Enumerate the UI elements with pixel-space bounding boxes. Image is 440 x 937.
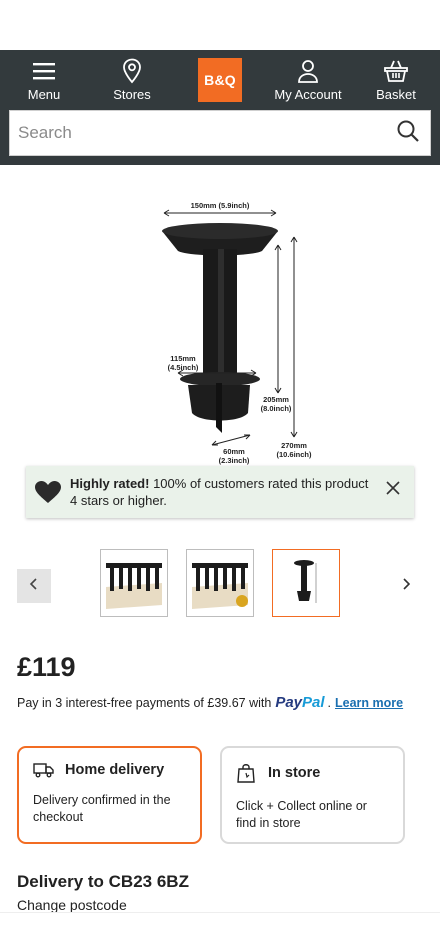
basket-button[interactable]: Basket [352,58,440,102]
logo-link[interactable]: B&Q [176,58,264,102]
heart-icon [34,480,64,509]
hamburger-icon [32,58,56,84]
stores-label: Stores [113,87,151,102]
delivery-postcode-heading: Delivery to CB23 6BZ [17,872,189,891]
home-delivery-desc: Delivery confirmed in the checkout [33,793,171,824]
location-pin-icon [122,58,142,84]
dim-total-height-2: (10.6inch) [276,450,312,459]
dim-total-height-1: 270mm [281,441,307,450]
user-icon [297,58,319,84]
basket-icon [383,58,409,84]
thumbnail-2[interactable] [186,549,254,617]
search-bar [9,110,431,156]
basket-label: Basket [376,87,416,102]
close-icon[interactable] [386,481,400,500]
dim-top-width: 150mm (5.9inch) [191,201,250,210]
shopping-bag-icon [236,762,258,784]
dim-mid-width-1: 115mm [170,354,196,363]
dim-base-width-1: 60mm [223,447,245,456]
product-main-image[interactable]: 150mm (5.9inch) 115mm (4.5inch) 205mm (8… [0,165,440,465]
chevron-left-icon [29,577,39,595]
thumbnail-3[interactable] [272,549,340,617]
rating-banner-text: Highly rated! 100% of customers rated th… [70,475,376,509]
paypal-text: Pay in 3 interest-free payments of £39.6… [17,695,272,710]
account-label: My Account [274,87,342,102]
menu-button[interactable]: Menu [0,58,88,102]
in-store-card[interactable]: In store Click + Collect online or find … [220,746,405,844]
dim-mid-width-2: (4.5inch) [168,363,199,372]
post-support-diagram: 150mm (5.9inch) 115mm (4.5inch) 205mm (8… [162,201,312,465]
stores-button[interactable]: Stores [88,58,176,102]
in-store-desc: Click + Collect online or find in store [236,799,367,830]
dim-base-width-2: (2.3inch) [219,456,250,465]
dim-blade-height-2: (8.0inch) [261,404,292,413]
search-icon[interactable] [396,119,420,148]
search-input[interactable] [18,123,338,143]
account-button[interactable]: My Account [264,58,352,102]
menu-label: Menu [27,87,61,102]
decking-supports-image [106,563,162,609]
home-delivery-title: Home delivery [65,762,165,778]
thumbnail-1[interactable] [100,549,168,617]
paypal-suffix: . [327,695,332,710]
single-support-image [294,560,317,603]
paypal-logo: PayPal [275,694,325,711]
fulfilment-options: Home delivery Delivery confirmed in the … [17,746,407,844]
paypal-instalments: Pay in 3 interest-free payments of £39.6… [17,694,403,711]
in-store-title: In store [268,765,321,781]
thumbnail-carousel [0,548,440,618]
chevron-right-icon [402,577,411,595]
carousel-prev-button[interactable] [17,569,51,603]
rating-banner: Highly rated! 100% of customers rated th… [26,466,414,518]
rating-banner-bold: Highly rated! [70,476,150,491]
top-nav: Menu Stores B&Q My Account Basket [0,58,440,110]
bottom-bar [0,912,440,937]
dim-blade-height-1: 205mm [263,395,289,404]
delivery-van-icon [33,762,55,778]
change-postcode-link[interactable]: Change postcode [17,897,127,913]
home-delivery-card[interactable]: Home delivery Delivery confirmed in the … [17,746,202,844]
decking-supports-badge-image [192,563,248,609]
product-price: £119 [17,652,76,682]
carousel-next-button[interactable] [396,576,416,596]
status-bar [0,0,440,50]
learn-more-link[interactable]: Learn more [335,696,403,710]
bq-logo: B&Q [198,58,242,102]
site-header: Menu Stores B&Q My Account Basket [0,50,440,165]
